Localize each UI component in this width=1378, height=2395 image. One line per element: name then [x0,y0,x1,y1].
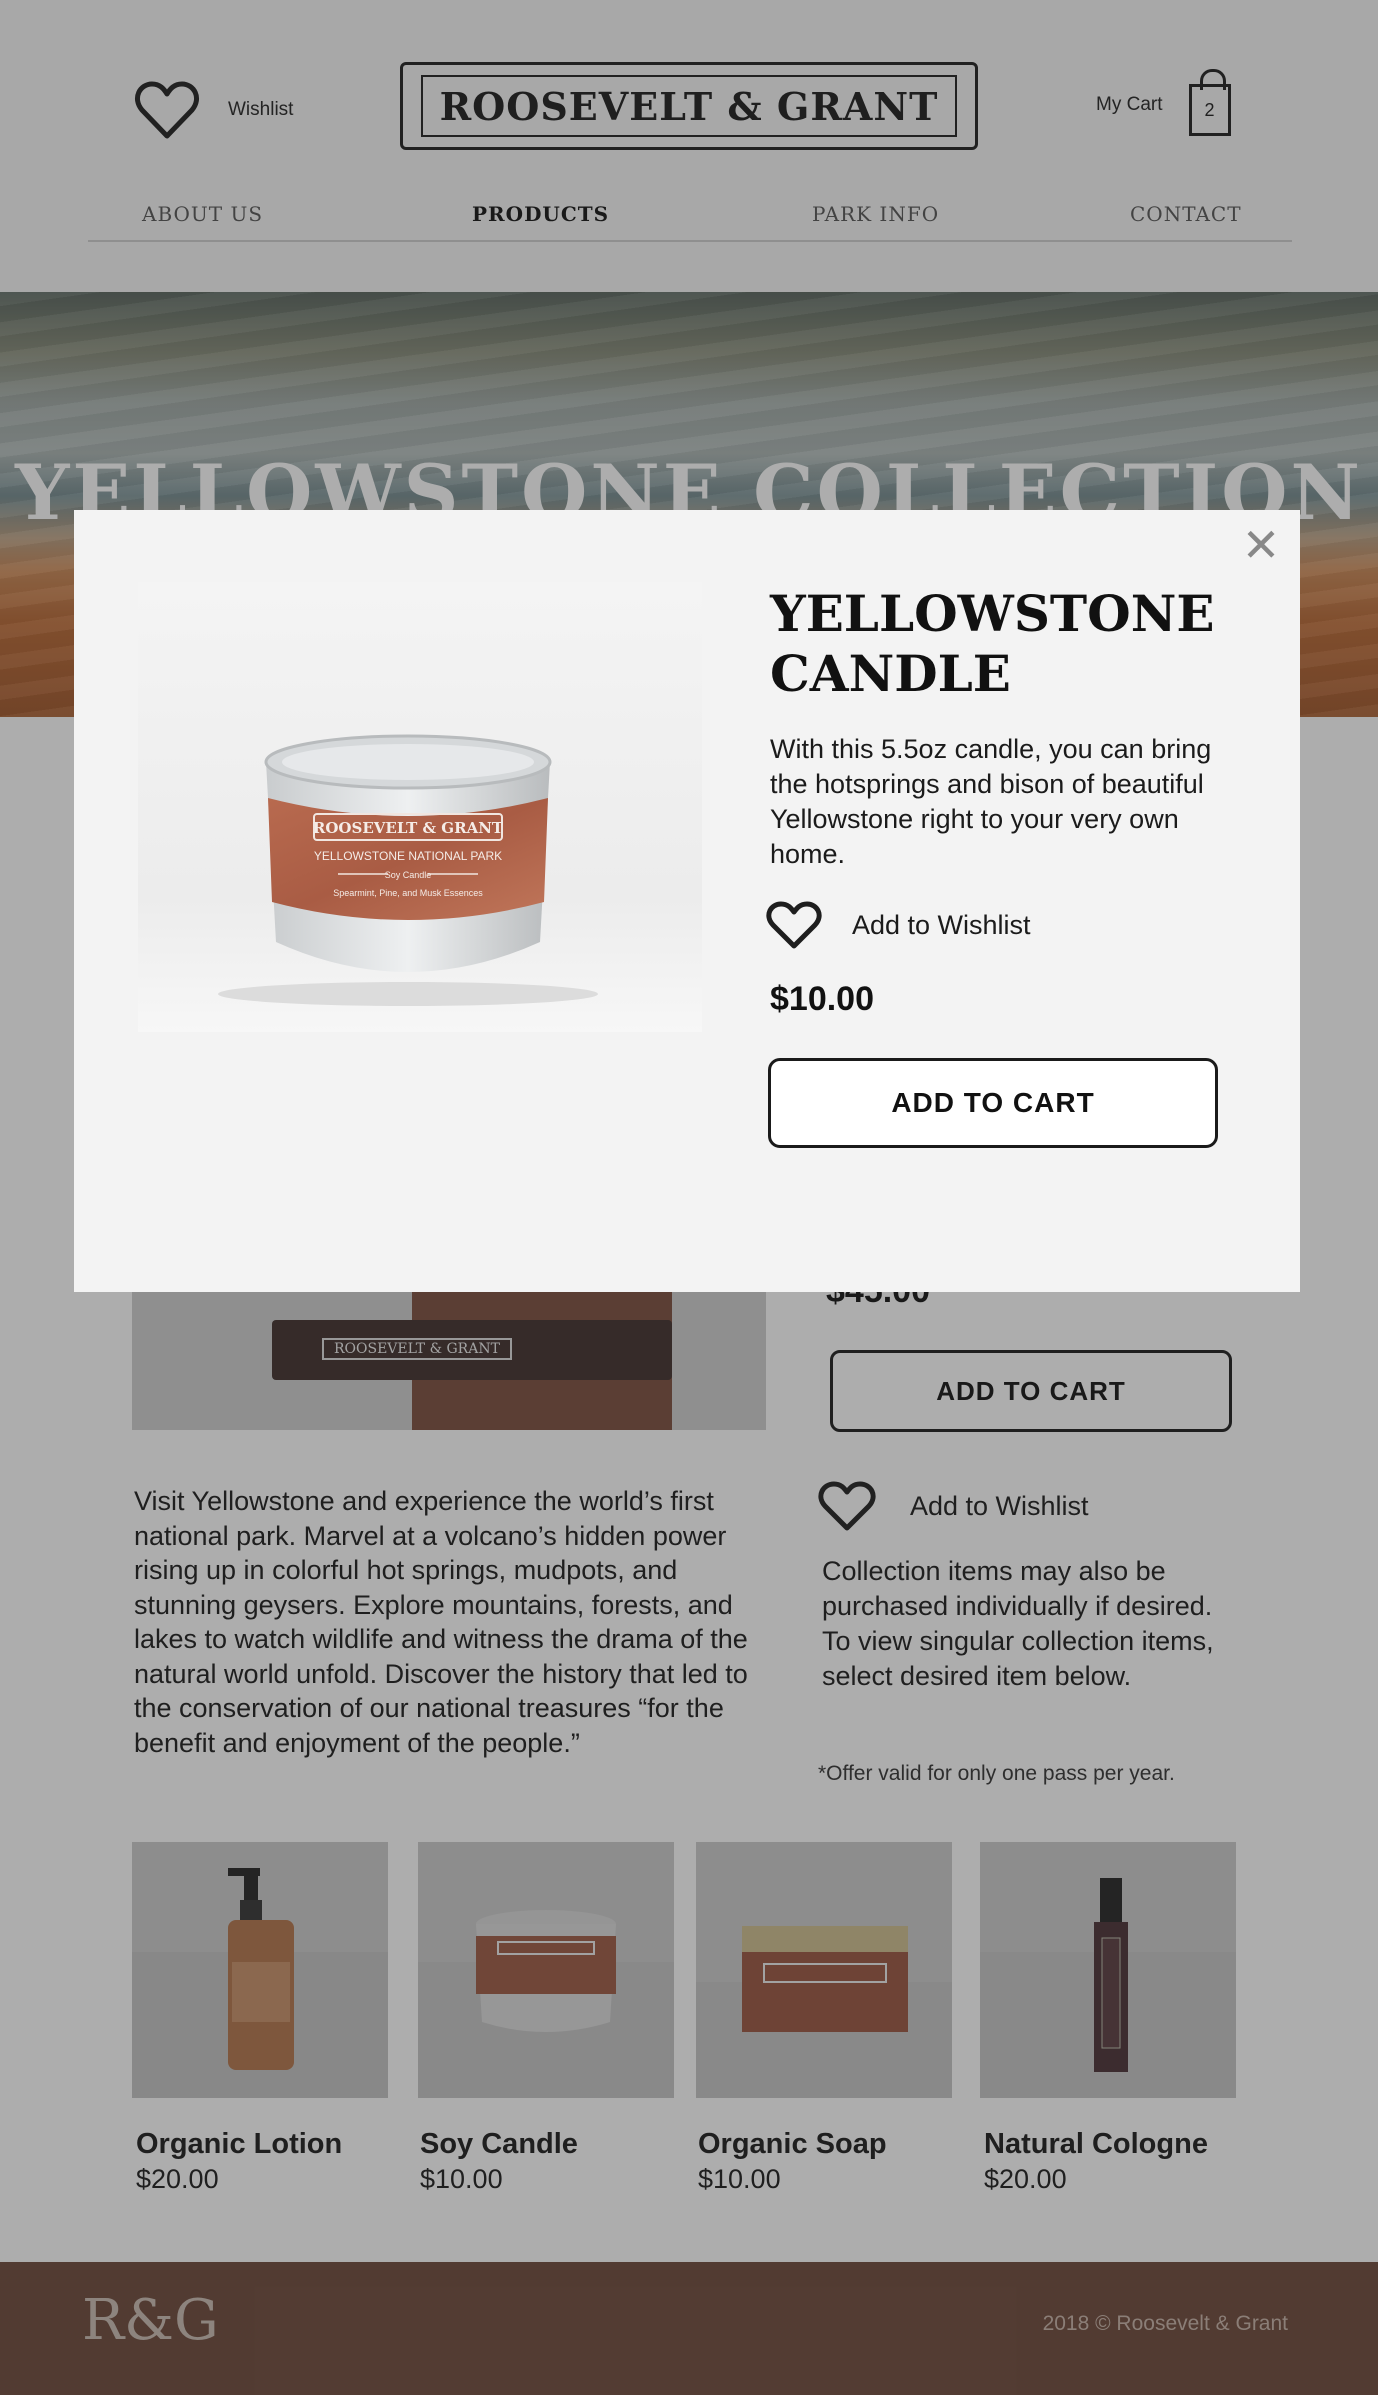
candle-label-park: YELLOWSTONE NATIONAL PARK [314,849,502,863]
close-icon[interactable]: ✕ [1236,520,1286,570]
heart-icon [766,901,822,949]
modal-product-price: $10.00 [770,980,874,1018]
modal-product-title: YELLOWSTONE CANDLE [770,584,1215,703]
modal-wishlist-label: Add to Wishlist [852,909,1031,940]
candle-label-type: Soy Candle [385,870,432,880]
modal-product-description: With this 5.5oz candle, you can bring th… [770,734,1212,869]
candle-illustration: ROOSEVELT & GRANT YELLOWSTONE NATIONAL P… [138,582,702,1032]
candle-product-photo: ROOSEVELT & GRANT YELLOWSTONE NATIONAL P… [138,582,702,1032]
product-quick-view-modal: ✕ ROOSEVELT & GRANT YELLOWSTONE NATIONAL… [74,510,1300,1292]
modal-add-to-cart-button[interactable]: ADD TO CART [768,1058,1218,1148]
candle-label-brand: ROOSEVELT & GRANT [313,819,504,837]
candle-label-scent: Spearmint, Pine, and Musk Essences [333,888,483,898]
modal-add-to-wishlist[interactable]: Add to Wishlist [766,900,1031,950]
